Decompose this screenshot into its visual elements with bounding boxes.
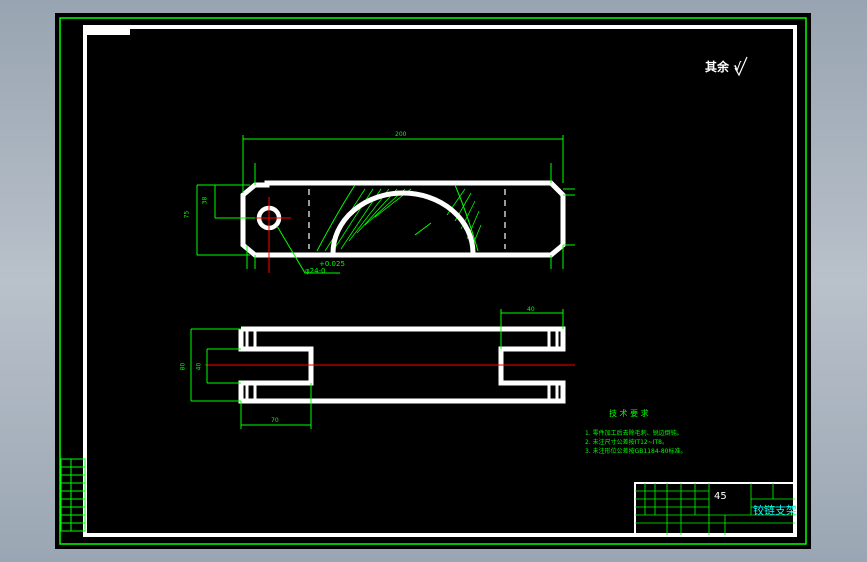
dim-text-top-overall: 200 — [395, 131, 407, 138]
inner-border — [83, 25, 797, 537]
roughness-note: 其余 √ — [705, 58, 741, 75]
arc-cutout — [330, 190, 476, 254]
title-block-material: 45 — [714, 491, 727, 502]
drawing-sheet: 其余 √ 200 75 38 +0.025 φ24-0 40 80 40 70 … — [55, 13, 811, 549]
side-strip-table — [60, 458, 86, 532]
dim-text-left-inner: 38 — [201, 196, 209, 205]
corner-tab — [85, 27, 130, 35]
cad-drawing-canvas — [59, 17, 807, 545]
dim-text-bottom-lower: 70 — [271, 417, 279, 424]
section-hatching — [324, 188, 482, 252]
roughness-note-prefix: 其余 — [705, 60, 730, 74]
title-block-part-name: 铰链支架 — [753, 504, 797, 517]
dim-text-left-outer: 75 — [183, 210, 191, 219]
tech-requirement-line: 3. 未注形位公差按GB1184-80标准。 — [585, 448, 687, 455]
dim-text-hole-diameter: φ24-0 — [305, 267, 326, 275]
radius-leader — [414, 222, 432, 236]
tech-requirement-line: 1. 零件加工后去除毛刺、锐边倒钝。 — [585, 430, 683, 437]
roughness-symbol-icon: √ — [733, 60, 742, 74]
tech-requirements-list: 1. 零件加工后去除毛刺、锐边倒钝。 2. 未注尺寸公差按IT12~IT8。 3… — [585, 429, 686, 456]
tech-requirement-line: 2. 未注尺寸公差按IT12~IT8。 — [585, 439, 668, 446]
bottom-view — [190, 309, 575, 429]
dim-text-bottom-right: 40 — [527, 306, 535, 313]
dim-text-bottom-inner: 40 — [195, 362, 203, 371]
outer-border — [59, 17, 807, 545]
tech-requirements-title: 技 术 要 求 — [609, 409, 649, 418]
dim-text-bottom-left: 80 — [179, 362, 187, 371]
top-view — [196, 135, 575, 274]
